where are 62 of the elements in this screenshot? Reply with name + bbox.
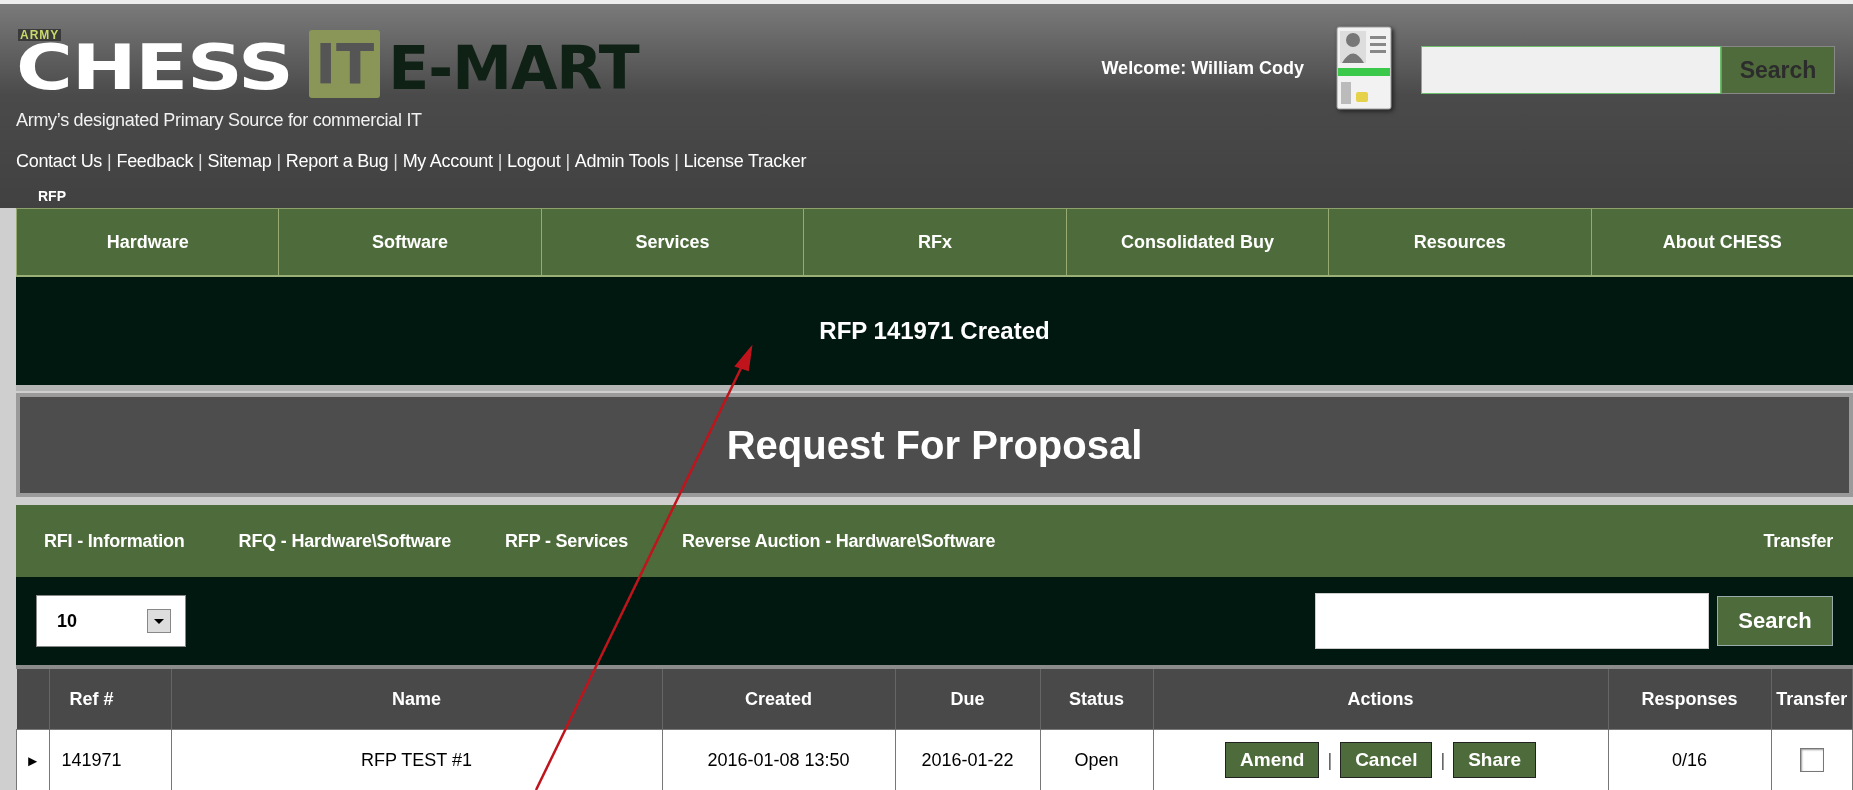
breadcrumb[interactable]: RFP	[38, 188, 66, 204]
link-separator: |	[107, 151, 112, 172]
column-header: Transfer	[1771, 669, 1853, 730]
link-separator: |	[198, 151, 203, 172]
table-cell: 2016-01-08 13:50	[662, 729, 895, 790]
column-header: Responses	[1608, 669, 1771, 730]
column-header: Name	[171, 669, 662, 730]
table-cell: 0/16	[1608, 729, 1771, 790]
link-separator: |	[276, 151, 281, 172]
column-header: Due	[895, 669, 1040, 730]
banner-message: RFP 141971 Created	[819, 317, 1050, 345]
logo-text: E-MART	[388, 38, 639, 98]
column-header: Created	[662, 669, 895, 730]
nav-tab[interactable]: Services	[540, 209, 804, 275]
welcome-text: Welcome: William Cody	[1101, 58, 1304, 79]
nav-tab[interactable]: Resources	[1328, 209, 1591, 275]
action-separator: |	[1440, 750, 1446, 770]
action-button[interactable]: Amend	[1225, 742, 1320, 778]
sub-nav-link[interactable]: Transfer	[1763, 530, 1833, 552]
column-header: Status	[1040, 669, 1153, 730]
transfer-checkbox[interactable]	[1799, 748, 1824, 772]
nav-tab[interactable]: RFx	[803, 209, 1066, 275]
action-button[interactable]: Share	[1453, 742, 1536, 778]
header-link[interactable]: Report a Bug	[285, 151, 389, 172]
action-separator: |	[1327, 750, 1333, 770]
header-link[interactable]: License Tracker	[683, 151, 807, 172]
link-separator: |	[565, 151, 570, 172]
action-button[interactable]: Cancel	[1340, 742, 1433, 778]
logo-badge-text: ARMY	[18, 29, 62, 41]
link-separator: |	[393, 151, 398, 172]
expand-toggle[interactable]: ►	[16, 729, 49, 790]
header-link[interactable]: My Account	[402, 151, 493, 172]
page-size-select[interactable]: 10	[36, 595, 186, 647]
nav-tab[interactable]: Hardware	[16, 209, 279, 275]
id-card-icon	[1336, 26, 1394, 112]
header-link[interactable]: Sitemap	[207, 151, 272, 172]
header-link[interactable]: Admin Tools	[574, 151, 670, 172]
column-header: Actions	[1153, 669, 1608, 730]
search-button[interactable]: Search	[1717, 596, 1833, 646]
search-field[interactable]	[1315, 593, 1709, 649]
nav-tab[interactable]: Software	[278, 209, 541, 275]
nav-tab[interactable]: About CHESS	[1590, 209, 1853, 275]
link-separator: |	[497, 151, 503, 172]
logo-box: IT	[309, 30, 381, 98]
sub-nav-link[interactable]: RFP - Services	[505, 530, 628, 552]
table-cell: RFP TEST #1	[171, 729, 662, 790]
sub-nav-link[interactable]: RFQ - Hardware\Software	[238, 530, 452, 552]
link-separator: |	[674, 151, 679, 172]
sub-nav-link[interactable]: RFI - Information	[44, 530, 185, 552]
logo-text: CHESS	[16, 38, 293, 98]
table-cell: 2016-01-22	[895, 729, 1040, 790]
column-header: Ref #	[49, 669, 171, 730]
nav-tab[interactable]: Consolidated Buy	[1065, 209, 1329, 275]
header-link[interactable]: Contact Us	[16, 151, 103, 172]
table-cell: Open	[1040, 729, 1153, 790]
header-link[interactable]: Feedback	[116, 151, 194, 172]
header-link[interactable]: Logout	[507, 151, 561, 172]
tagline: Army’s designated Primary Source for commercial IT	[16, 110, 423, 131]
page-title: Request For Proposal	[726, 422, 1143, 468]
sub-nav-link[interactable]: Reverse Auction - Hardware\Software	[682, 530, 996, 552]
search-field[interactable]	[1421, 46, 1721, 94]
table-cell: 141971	[49, 729, 171, 790]
